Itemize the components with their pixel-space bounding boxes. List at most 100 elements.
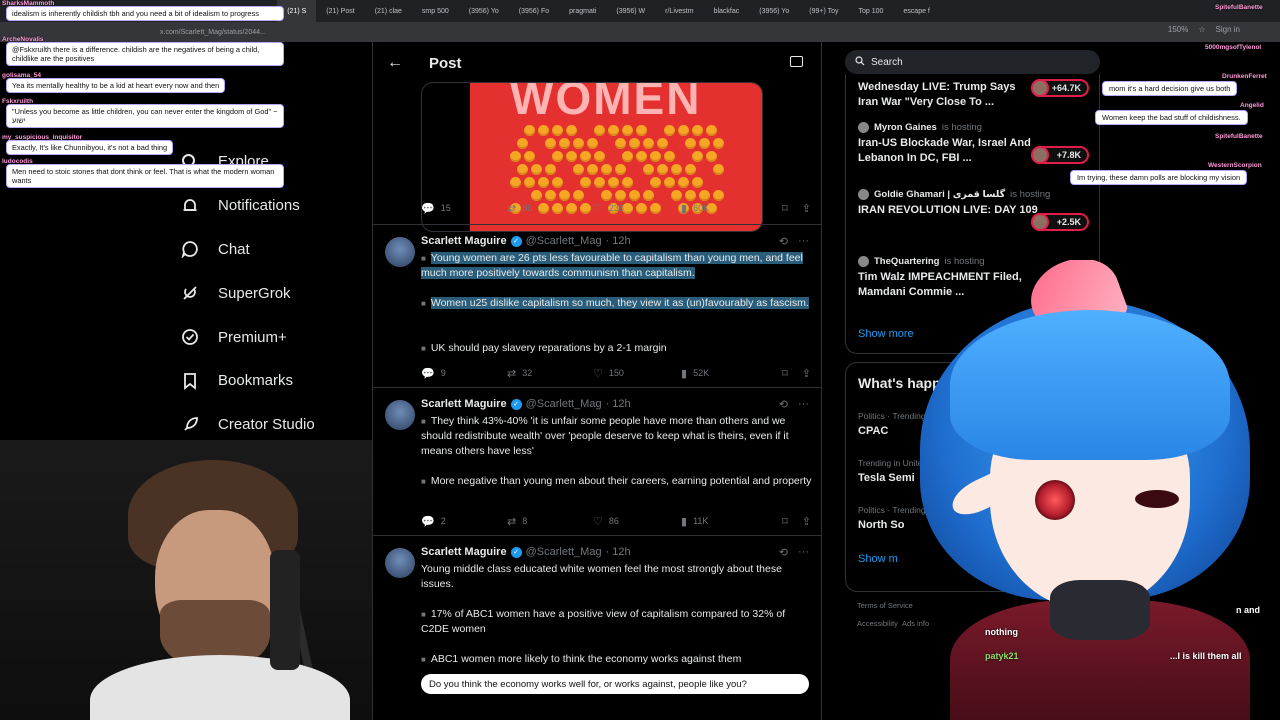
address-bar[interactable]: x.com/Scarlett_Mag/status/2044... 150% ☆… xyxy=(0,22,1280,42)
chat-message: Exactly, It's like Chunnibyou, it's not … xyxy=(6,140,174,155)
angry-face-icon xyxy=(636,125,647,136)
author-handle[interactable]: @Scarlett_Mag xyxy=(526,235,602,247)
share-icon[interactable]: ⇪ xyxy=(802,515,811,528)
angry-face-icon xyxy=(615,138,626,149)
reply-icon: 💬 xyxy=(421,202,435,215)
author-name[interactable]: Scarlett Maguire xyxy=(421,398,507,410)
nav-notifications-label: Notifications xyxy=(218,197,300,215)
browser-tab[interactable]: (3956) Fo xyxy=(509,0,559,22)
bookmark-icon[interactable]: ⌑ xyxy=(782,515,788,528)
live-item[interactable]: Wednesday LIVE: Trump Says Iran War "Ver… xyxy=(858,77,1038,110)
angry-face-icon xyxy=(636,151,647,162)
more-icon[interactable]: ··· xyxy=(798,546,809,559)
browser-tab[interactable]: (3956) Yo xyxy=(749,0,799,22)
views-button[interactable]: ▮ 52K xyxy=(681,367,769,380)
like-count: 150 xyxy=(608,368,624,378)
live-listener-pill[interactable]: +64.7K xyxy=(1031,79,1089,97)
browser-tab[interactable]: (3956) Yo xyxy=(459,0,509,22)
views-button[interactable]: ▮ 11K xyxy=(681,515,769,528)
live-listener-pill[interactable]: +2.5K xyxy=(1031,213,1089,231)
angry-face-icon xyxy=(538,177,549,188)
nav-supergrok[interactable]: SuperGrok xyxy=(170,271,370,315)
repost-button[interactable]: ⇄ 8 xyxy=(507,515,593,528)
nav-bookmarks[interactable]: Bookmarks xyxy=(170,359,370,403)
angry-face-icon xyxy=(650,177,661,188)
like-button[interactable]: ♡ 86 xyxy=(593,515,681,528)
author-name[interactable]: Scarlett Maguire xyxy=(421,546,507,558)
browser-tab[interactable]: (3956) W xyxy=(606,0,655,22)
browser-tab[interactable]: escape f xyxy=(893,0,939,22)
post[interactable]: Scarlett Maguire ✓ @Scarlett_Mag · 12h ⟲… xyxy=(373,224,821,387)
reader-mode-icon[interactable] xyxy=(790,56,803,67)
live-listener-pill[interactable]: +7.8K xyxy=(1031,146,1089,164)
post-text: More negative than young men about their… xyxy=(430,475,812,487)
bullet-icon: ■ xyxy=(421,254,426,263)
live-item[interactable]: Myron Gaines is hosting Iran-US Blockade … xyxy=(858,122,1038,166)
chat-username: DrunkenFerret xyxy=(1222,73,1267,80)
like-button[interactable]: ♡ 150 xyxy=(593,367,681,380)
sign-in-button[interactable]: Sign in xyxy=(1216,25,1240,34)
browser-tab[interactable]: Top 100 xyxy=(848,0,893,22)
author-handle[interactable]: @Scarlett_Mag xyxy=(526,546,602,558)
more-icon[interactable]: ··· xyxy=(798,398,809,411)
post[interactable]: Scarlett Maguire ✓ @Scarlett_Mag · 12h ⟲… xyxy=(373,387,821,535)
chat-username: 5000mgsofTylenol xyxy=(1205,44,1262,51)
like-button[interactable]: ♡ 236 xyxy=(593,202,681,215)
zoom-level[interactable]: 150% xyxy=(1168,25,1188,34)
nav-supergrok-label: SuperGrok xyxy=(218,284,291,302)
grok-icon[interactable]: ⟲ xyxy=(779,546,788,559)
reply-button[interactable]: 💬 2 xyxy=(421,515,507,528)
angry-face-icon xyxy=(580,151,591,162)
browser-tab[interactable]: smp 500 xyxy=(412,0,459,22)
nav-notifications[interactable]: Notifications xyxy=(170,184,370,228)
views-button[interactable]: ▮ 60K xyxy=(681,202,769,215)
avatar[interactable] xyxy=(385,237,415,267)
browser-tab[interactable]: (21) Post xyxy=(316,0,364,22)
chat-username: SpitefulBanette xyxy=(1215,133,1263,140)
reply-button[interactable]: 💬 9 xyxy=(421,367,507,380)
reply-button[interactable]: 💬 15 xyxy=(421,202,507,215)
angry-face-icon xyxy=(594,125,605,136)
browser-tab[interactable]: blackfac xyxy=(704,0,750,22)
browser-tab[interactable]: (21) clae xyxy=(365,0,412,22)
angry-face-icon xyxy=(706,125,717,136)
browser-tab[interactable]: pragmati xyxy=(559,0,606,22)
angry-face-icon xyxy=(510,177,521,188)
nav-chat[interactable]: Chat xyxy=(170,228,370,272)
avatar[interactable] xyxy=(385,548,415,578)
heart-icon: ♡ xyxy=(593,202,603,215)
nav-premium-label: Premium+ xyxy=(218,328,287,346)
author-handle[interactable]: @Scarlett_Mag xyxy=(526,398,602,410)
share-icon[interactable]: ⇪ xyxy=(802,202,811,215)
url-text[interactable]: x.com/Scarlett_Mag/status/2044... xyxy=(160,29,266,36)
browser-tab[interactable]: r/Livestm xyxy=(655,0,703,22)
repost-button[interactable]: ⇄ 86 xyxy=(507,202,593,215)
search-input[interactable]: Search xyxy=(845,50,1100,74)
share-icon[interactable]: ⇪ xyxy=(802,367,811,380)
back-arrow-icon[interactable]: ← xyxy=(387,54,415,72)
angry-face-icon xyxy=(517,138,528,149)
more-icon[interactable]: ··· xyxy=(798,235,809,248)
bookmark-icon[interactable]: ⌑ xyxy=(782,367,788,380)
avatar[interactable] xyxy=(385,400,415,430)
live-item[interactable]: Goldie Ghamari | گلسا قمری is hosting IRA… xyxy=(858,189,1050,218)
repost-button[interactable]: ⇄ 32 xyxy=(507,367,593,380)
star-icon[interactable]: ☆ xyxy=(1198,25,1205,34)
bookmark-icon[interactable]: ⌑ xyxy=(782,202,788,215)
repost-count: 86 xyxy=(522,203,533,213)
grok-icon[interactable]: ⟲ xyxy=(779,398,788,411)
angry-face-icon xyxy=(622,151,633,162)
chat-message: "Unless you become as little children, y… xyxy=(6,104,284,128)
angry-face-icon xyxy=(552,125,563,136)
author-name[interactable]: Scarlett Maguire xyxy=(421,235,507,247)
post-time: · 12h xyxy=(605,235,631,247)
poll-option[interactable]: Do you think the economy works well for,… xyxy=(421,674,809,694)
angry-face-icon xyxy=(524,177,535,188)
post-actions: 💬 9 ⇄ 32 ♡ 150 ▮ 52K ⌑ ⇪ xyxy=(421,365,811,381)
angry-face-icon xyxy=(650,151,661,162)
angry-face-icon xyxy=(678,125,689,136)
browser-tab[interactable]: (99+) Toy xyxy=(799,0,848,22)
grok-icon[interactable]: ⟲ xyxy=(779,235,788,248)
reply-count: 2 xyxy=(440,516,446,526)
nav-premium[interactable]: Premium+ xyxy=(170,315,370,359)
